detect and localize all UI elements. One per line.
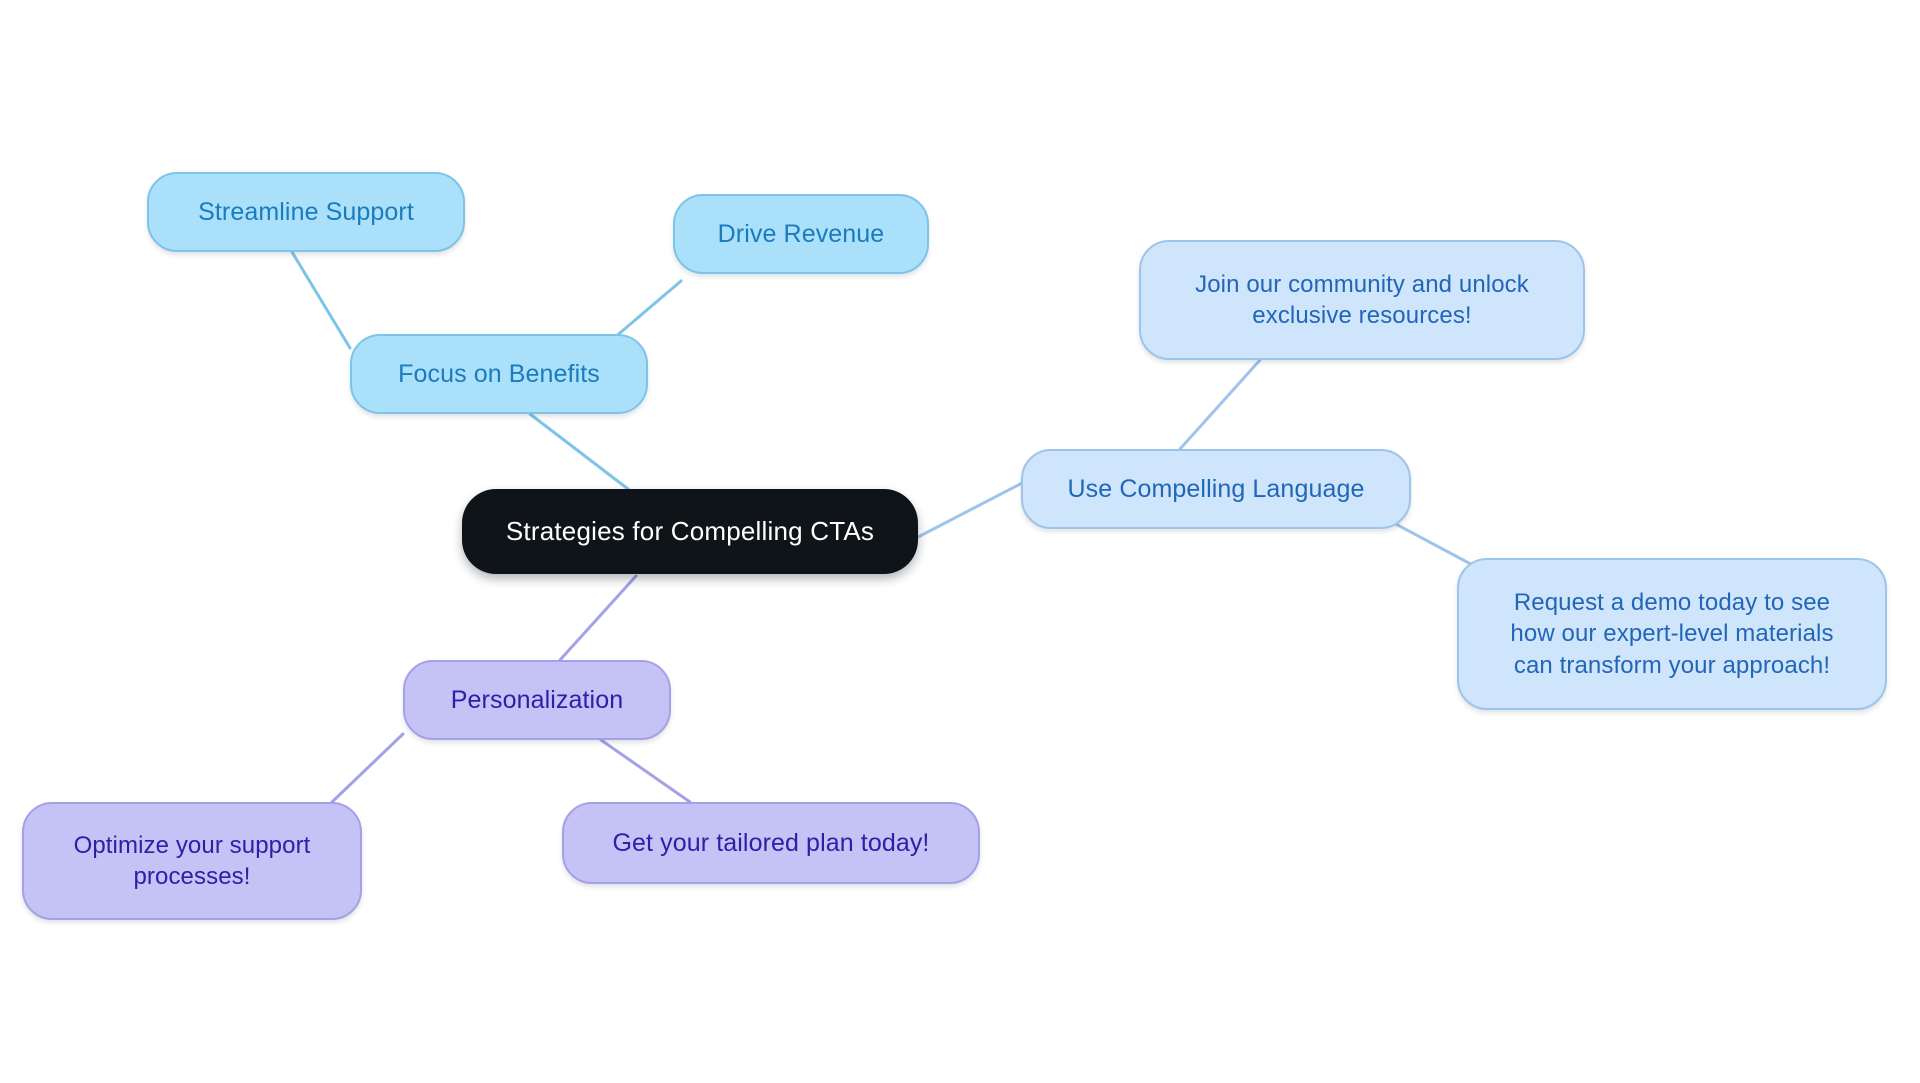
- node-optimize-support[interactable]: Optimize your support processes!: [22, 802, 362, 920]
- node-drive-revenue[interactable]: Drive Revenue: [673, 194, 929, 274]
- node-focus-on-benefits[interactable]: Focus on Benefits: [350, 334, 648, 414]
- node-personalization[interactable]: Personalization: [403, 660, 671, 740]
- node-streamline-support[interactable]: Streamline Support: [147, 172, 465, 252]
- root-to-personalization: [558, 574, 638, 662]
- use-compelling-language-to-join-community: [1178, 358, 1262, 451]
- personalization-to-optimize-support: [330, 732, 405, 804]
- root-to-focus-on-benefits: [528, 412, 630, 491]
- mindmap-canvas: Strategies for Compelling CTAs Focus on …: [0, 0, 1920, 1083]
- root-to-use-compelling-language: [916, 480, 1026, 539]
- node-root[interactable]: Strategies for Compelling CTAs: [462, 489, 918, 574]
- focus-on-benefits-to-drive-revenue: [612, 279, 683, 340]
- use-compelling-language-to-request-demo: [1388, 519, 1484, 572]
- node-tailored-plan[interactable]: Get your tailored plan today!: [562, 802, 980, 884]
- node-use-compelling-language[interactable]: Use Compelling Language: [1021, 449, 1411, 529]
- node-join-community[interactable]: Join our community and unlock exclusive …: [1139, 240, 1585, 360]
- personalization-to-tailored-plan: [599, 738, 692, 804]
- connector-layer: [290, 250, 1484, 804]
- node-request-demo[interactable]: Request a demo today to see how our expe…: [1457, 558, 1887, 710]
- focus-on-benefits-to-streamline-support: [290, 250, 352, 350]
